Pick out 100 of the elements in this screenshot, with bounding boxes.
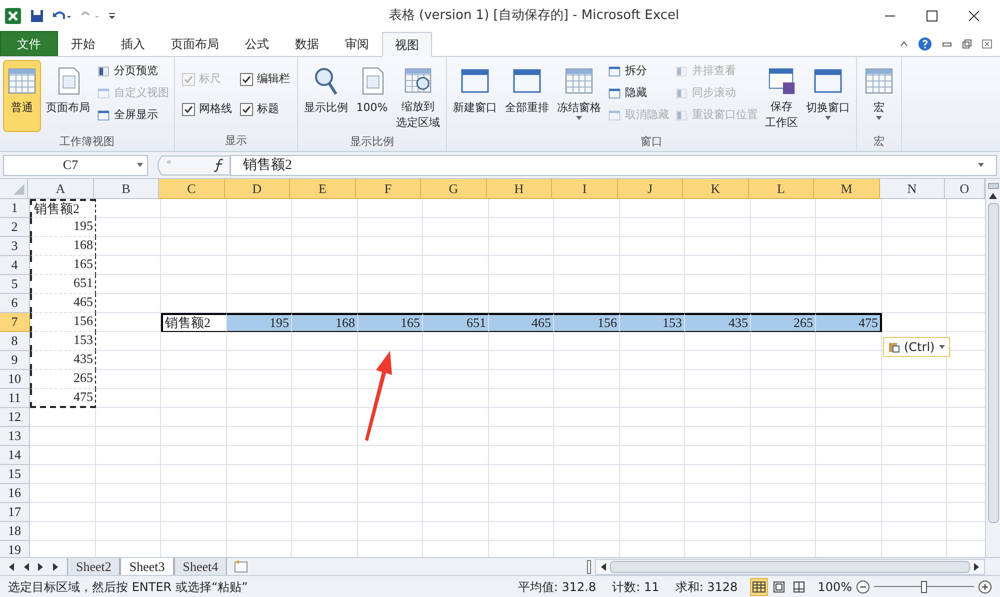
table-cell xyxy=(751,275,816,294)
row-header[interactable]: 10 xyxy=(0,370,30,389)
restore-icon[interactable] xyxy=(962,39,972,49)
ribbon-button[interactable]: 显示比例 xyxy=(301,60,351,132)
group-title: 宏 xyxy=(872,134,886,150)
scroll-right-icon[interactable] xyxy=(38,562,44,570)
row-header[interactable]: 14 xyxy=(0,446,30,465)
zoom-out-icon[interactable] xyxy=(856,580,870,594)
row-header[interactable]: 12 xyxy=(0,408,30,427)
column-header[interactable]: N xyxy=(880,179,945,199)
column-header[interactable]: F xyxy=(356,179,421,199)
checkbox-option[interactable]: 编辑栏 xyxy=(240,64,290,94)
column-header[interactable]: K xyxy=(683,179,749,199)
row-header[interactable]: 15 xyxy=(0,465,30,484)
ribbon-button[interactable]: 100% xyxy=(353,60,391,132)
ribbon-tab[interactable]: 视图 xyxy=(382,32,432,57)
sheet-tab[interactable]: Sheet2 xyxy=(67,558,120,576)
column-header[interactable]: A xyxy=(28,179,94,199)
column-header[interactable]: E xyxy=(290,179,356,199)
column-header[interactable]: M xyxy=(814,179,880,199)
view-button[interactable] xyxy=(750,578,768,596)
name-box[interactable]: C7 xyxy=(3,154,148,176)
formula-input[interactable]: 销售额2 xyxy=(230,154,997,176)
slider-thumb[interactable] xyxy=(921,580,927,592)
column-header[interactable]: I xyxy=(552,179,618,199)
zoom-level[interactable]: 100% xyxy=(818,578,852,596)
zoom-in-icon[interactable] xyxy=(978,580,992,594)
column-header[interactable]: L xyxy=(749,179,814,199)
column-header[interactable]: J xyxy=(618,179,683,199)
scroll-up-icon[interactable] xyxy=(989,193,997,199)
close-icon[interactable] xyxy=(968,10,980,22)
paste-options-button[interactable]: (Ctrl) xyxy=(883,337,950,357)
ribbon-tab[interactable]: 插入 xyxy=(108,32,158,56)
row-header[interactable]: 4 xyxy=(0,256,30,275)
row-header[interactable]: 17 xyxy=(0,503,30,522)
ribbon-button[interactable]: 切换窗口 xyxy=(803,60,853,132)
checkbox-option[interactable]: 网格线 xyxy=(182,94,232,124)
scroll-left-icon[interactable] xyxy=(600,562,606,570)
ribbon-tab[interactable]: 公式 xyxy=(232,32,282,56)
vertical-scrollbar[interactable] xyxy=(985,179,1000,557)
checkbox[interactable] xyxy=(182,102,195,116)
function-icon[interactable] xyxy=(214,158,226,172)
scroll-right-icon[interactable] xyxy=(53,562,59,570)
row-header[interactable]: 16 xyxy=(0,484,30,503)
row-header[interactable]: 13 xyxy=(0,427,30,446)
checkbox-option[interactable]: 标题 xyxy=(240,94,290,124)
ribbon-tab[interactable]: 数据 xyxy=(282,32,332,56)
scroll-left-icon[interactable] xyxy=(8,562,14,570)
row-header[interactable]: 7 xyxy=(0,313,30,332)
split-handle[interactable] xyxy=(587,560,591,574)
row-header[interactable]: 6 xyxy=(0,294,30,313)
ribbon-button[interactable]: 页面布局 xyxy=(43,60,93,132)
table-cell: 168 xyxy=(292,313,358,332)
row-header[interactable]: 19 xyxy=(0,541,30,557)
column-header[interactable]: G xyxy=(421,179,487,199)
maximize-icon[interactable] xyxy=(926,10,938,22)
zoom-slider[interactable] xyxy=(874,580,974,592)
ribbon-tab[interactable]: 审阅 xyxy=(332,32,382,56)
checkbox[interactable] xyxy=(240,102,253,116)
ribbon-tab[interactable]: 页面布局 xyxy=(158,32,232,56)
checkbox[interactable] xyxy=(240,72,253,86)
ribbon-button[interactable]: 分页预览 xyxy=(97,60,169,82)
help-icon[interactable] xyxy=(918,37,932,51)
row-header[interactable]: 2 xyxy=(0,218,30,237)
button-label: 选定区域 xyxy=(396,115,440,131)
collapse-ribbon-icon[interactable] xyxy=(900,41,908,47)
row-header[interactable]: 18 xyxy=(0,522,30,541)
ribbon-button[interactable]: 全部重排 xyxy=(502,60,552,132)
row-header[interactable]: 11 xyxy=(0,389,30,408)
ribbon-button[interactable]: 宏 xyxy=(860,60,898,132)
row-header[interactable]: 5 xyxy=(0,275,30,294)
column-header[interactable]: D xyxy=(225,179,290,199)
ribbon-button[interactable]: 全屏显示 xyxy=(97,104,169,126)
column-header[interactable]: O xyxy=(945,179,985,199)
row-header[interactable]: 1 xyxy=(0,199,30,218)
sheet-tab[interactable]: Sheet3 xyxy=(120,558,174,576)
sheet-tab[interactable]: Sheet4 xyxy=(174,558,228,576)
save-icon[interactable] xyxy=(30,9,44,23)
ribbon-button[interactable]: 普通 xyxy=(3,60,41,132)
row-header[interactable]: 8 xyxy=(0,332,30,351)
button-label: 新建窗口 xyxy=(453,100,497,116)
scroll-right-icon[interactable] xyxy=(974,562,980,570)
ribbon-button[interactable]: 缩放到 选定区域 xyxy=(393,60,443,132)
ribbon-button[interactable]: 新建窗口 xyxy=(450,60,500,132)
table-cell xyxy=(816,332,882,351)
column-header[interactable]: H xyxy=(487,179,552,199)
horizontal-scrollbar[interactable] xyxy=(595,558,985,574)
ribbon-button[interactable]: 保存 工作区 xyxy=(762,60,801,132)
split-handle[interactable] xyxy=(988,183,998,189)
ribbon-tab[interactable]: 开始 xyxy=(58,32,108,56)
ribbon-button[interactable]: 拆分 xyxy=(608,60,669,82)
scroll-left-icon[interactable] xyxy=(23,562,29,570)
ribbon-button[interactable]: 隐藏 xyxy=(608,82,669,104)
row-header[interactable]: 3 xyxy=(0,237,30,256)
file-menu-button[interactable]: 文件 xyxy=(0,31,58,56)
column-header[interactable]: C xyxy=(159,179,225,199)
customize-toolbar-icon[interactable] xyxy=(108,11,116,21)
ribbon-button[interactable]: 冻结窗格 xyxy=(554,60,604,132)
column-header[interactable]: B xyxy=(94,179,159,199)
row-header[interactable]: 9 xyxy=(0,351,30,370)
